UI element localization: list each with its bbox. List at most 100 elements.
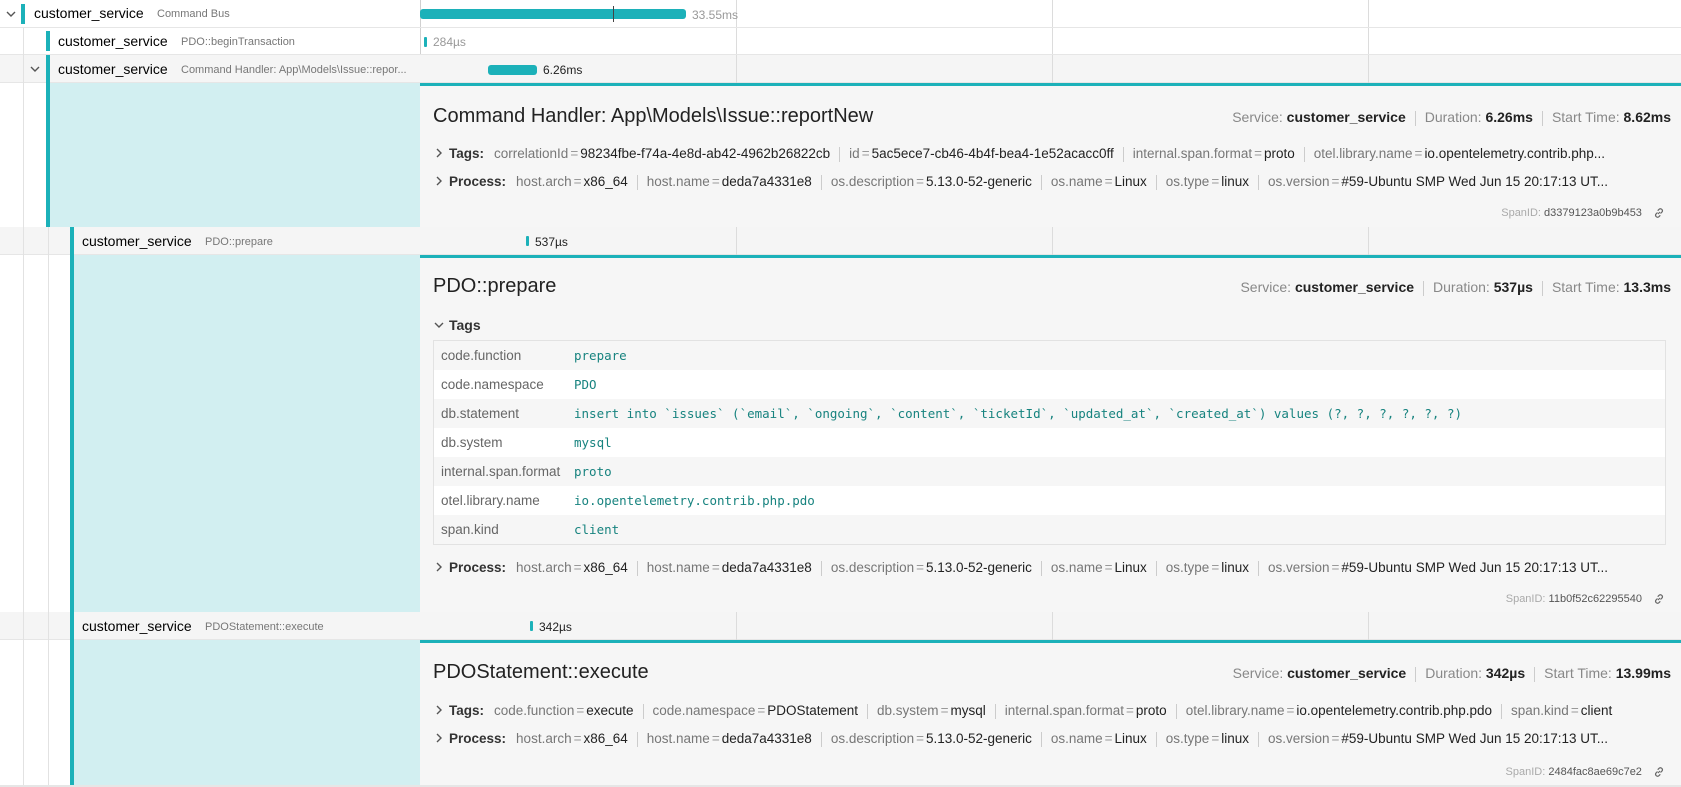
process-value: Linux: [1114, 731, 1147, 746]
process-value: #59-Ubuntu SMP Wed Jun 15 20:17:13 UT...: [1341, 731, 1609, 746]
process-value: 5.13.0-52-generic: [926, 731, 1032, 746]
chevron-right-icon[interactable]: [433, 704, 445, 719]
start-time-label: Start Time:: [1544, 665, 1612, 681]
chevron-right-icon[interactable]: [433, 732, 445, 747]
start-time-value: 13.3ms: [1623, 279, 1671, 295]
service-color-marker: [70, 640, 74, 785]
span-duration-bar[interactable]: [488, 65, 537, 75]
duration-label: Duration:: [1433, 279, 1490, 295]
service-color-marker: [46, 31, 50, 51]
tags-toggle[interactable]: Tags: [433, 317, 481, 334]
tag-key: internal.span.format: [441, 464, 561, 479]
tree-indent-guide: [48, 612, 49, 640]
chevron-right-icon[interactable]: [433, 147, 445, 162]
start-time-value: 8.62ms: [1623, 109, 1671, 125]
tags-summary[interactable]: Tags: code.function = execute code.namespace…: [433, 703, 1668, 719]
process-value: #59-Ubuntu SMP Wed Jun 15 20:17:13 UT...: [1341, 174, 1609, 189]
process-key: os.type: [1165, 560, 1210, 575]
process-value: x86_64: [583, 731, 628, 746]
tag-key: db.statement: [441, 406, 520, 421]
tag-row: code.function prepare: [434, 341, 1665, 370]
duration-value: 6.26ms: [1485, 109, 1533, 125]
service-label: Service:: [1232, 109, 1283, 125]
tag-value: client: [1580, 703, 1613, 718]
span-id-value: 11b0f52c62295540: [1548, 593, 1642, 605]
process-key: os.name: [1050, 731, 1103, 746]
process-key: host.arch: [516, 174, 572, 189]
service-color-marker: [70, 612, 74, 640]
chevron-right-icon[interactable]: [433, 561, 445, 576]
span-service-name: customer_service: [58, 33, 168, 49]
process-key: os.version: [1267, 731, 1330, 746]
link-icon[interactable]: [1653, 766, 1665, 778]
span-service-name: customer_service: [34, 5, 144, 21]
timeline-grid-line: [1368, 612, 1369, 640]
span-service-name: customer_service: [82, 618, 192, 634]
timeline-grid-line: [736, 612, 737, 640]
duration-value: 342µs: [1485, 665, 1526, 681]
span-duration-bar[interactable]: [530, 621, 533, 631]
process-summary[interactable]: Process: host.arch = x86_64 host.name = deda7a…: [433, 560, 1668, 576]
process-value: 5.13.0-52-generic: [926, 174, 1032, 189]
process-summary[interactable]: Process: host.arch = x86_64 host.name = deda7a…: [433, 174, 1668, 190]
tag-key: otel.library.name: [1185, 703, 1285, 718]
span-detail-meta: Service: customer_service Duration: 537µs…: [1240, 279, 1671, 296]
span-row-command-bus[interactable]: customer_service Command Bus 33.55ms: [0, 0, 1681, 28]
link-icon[interactable]: [1653, 593, 1665, 605]
span-row-pdo-prepare[interactable]: customer_service PDO::prepare 537µs: [0, 227, 1681, 255]
duration-label: Duration:: [1424, 109, 1482, 125]
process-value: deda7a4331e8: [721, 560, 812, 575]
tag-value: PDO: [574, 377, 597, 392]
tag-value: 5ac5ece7-cb46-4b4f-bea4-1e52acacc0ff: [871, 146, 1114, 161]
tag-key: otel.library.name: [1313, 146, 1413, 161]
span-duration-bar[interactable]: [420, 9, 686, 19]
span-duration-bar[interactable]: [424, 37, 427, 47]
tag-key: code.namespace: [652, 703, 756, 718]
tag-row: internal.span.format proto: [434, 457, 1665, 486]
tag-row: otel.library.name io.opentelemetry.contri…: [434, 486, 1665, 515]
tag-key: code.function: [441, 348, 522, 363]
span-id: SpanID: 11b0f52c62295540: [1506, 593, 1665, 605]
span-row-command-handler[interactable]: customer_service Command Handler: App\Mo…: [0, 55, 1681, 83]
tag-value: client: [574, 522, 620, 537]
span-service-name: customer_service: [58, 61, 168, 77]
span-id-value: d3379123a0b9b453: [1544, 207, 1642, 219]
span-detail-pdo-prepare: PDO::prepare Service: customer_service Du…: [420, 255, 1681, 612]
span-detail-command-handler: Command Handler: App\Models\Issue::repor…: [420, 83, 1681, 227]
chevron-right-icon[interactable]: [433, 175, 445, 190]
chevron-down-icon[interactable]: [29, 63, 41, 75]
tag-key: span.kind: [1511, 703, 1569, 718]
process-value: linux: [1221, 731, 1249, 746]
span-row-pdostatement-execute[interactable]: customer_service PDOStatement::execute 3…: [0, 612, 1681, 640]
tag-key: span.kind: [441, 522, 499, 537]
start-time-label: Start Time:: [1551, 109, 1620, 125]
span-detail-title: PDO::prepare: [433, 275, 557, 297]
tree-indent-guide: [48, 640, 49, 787]
process-value: deda7a4331e8: [721, 174, 812, 189]
chevron-down-icon[interactable]: [5, 8, 17, 20]
service-value: customer_service: [1287, 665, 1407, 681]
span-row-begin-transaction[interactable]: customer_service PDO::beginTransaction 2…: [0, 28, 1681, 55]
tag-value: prepare: [574, 348, 627, 363]
tree-indent-guide: [48, 255, 49, 612]
tags-summary[interactable]: Tags: correlationId = 98234fbe-f74a-4e8d-ab…: [433, 146, 1668, 162]
tag-key: db.system: [441, 435, 503, 450]
process-value: 5.13.0-52-generic: [926, 560, 1032, 575]
detail-gutter: [74, 255, 420, 612]
process-summary[interactable]: Process: host.arch = x86_64 host.name = deda7a…: [433, 731, 1668, 747]
tag-row: db.system mysql: [434, 428, 1665, 457]
process-key: os.version: [1267, 560, 1330, 575]
span-id-label: SpanID:: [1505, 766, 1546, 778]
link-icon[interactable]: [1653, 207, 1665, 219]
span-id-label: SpanID:: [1505, 593, 1546, 605]
start-time-label: Start Time:: [1551, 279, 1620, 295]
tag-key: code.function: [494, 703, 575, 718]
tree-indent-guide: [23, 83, 24, 227]
span-duration-bar[interactable]: [526, 236, 529, 246]
span-operation-name: PDOStatement::execute: [205, 621, 324, 633]
process-value: x86_64: [583, 560, 628, 575]
process-key: os.name: [1050, 560, 1103, 575]
chevron-down-icon[interactable]: [433, 318, 445, 334]
tag-key: db.system: [877, 703, 939, 718]
detail-gutter: [74, 640, 420, 785]
